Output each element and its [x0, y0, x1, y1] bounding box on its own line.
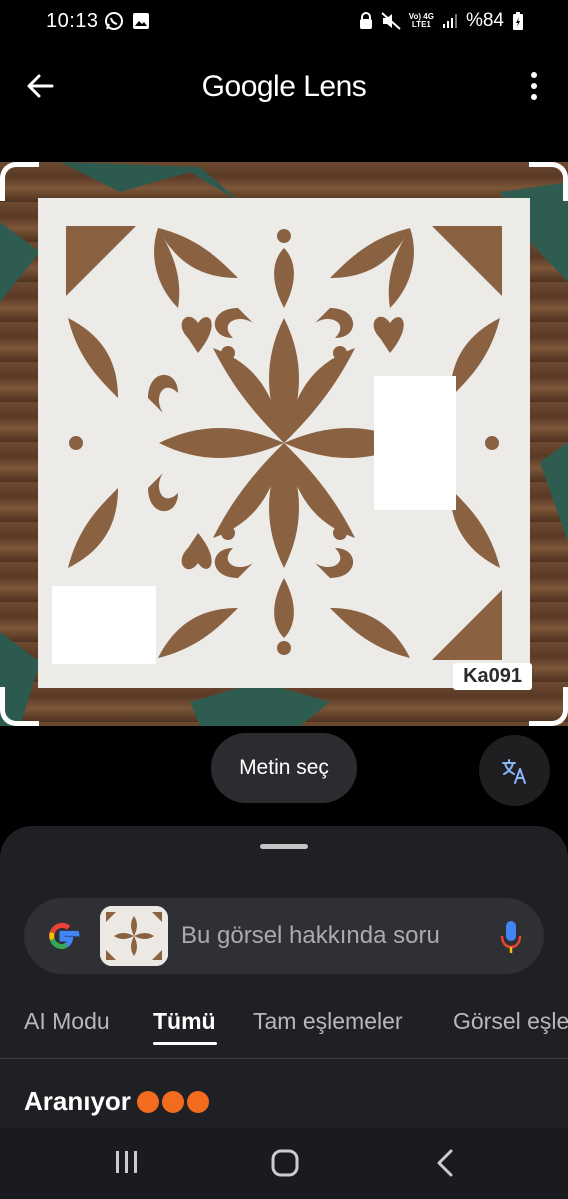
stencil-tile [38, 198, 530, 688]
more-options-icon[interactable] [528, 70, 540, 102]
select-text-button[interactable]: Metin seç [211, 733, 357, 803]
loading-dot-icon [136, 1090, 159, 1113]
loading-dot-icon [186, 1090, 209, 1113]
result-tabs: AI Modu Tümü Tam eşlemeler Görsel eşle [0, 1002, 568, 1050]
image-thumbnail[interactable] [100, 906, 168, 966]
loading-dot-icon [161, 1090, 184, 1113]
nav-back-icon[interactable] [434, 1148, 456, 1178]
crop-handle-bottom-left[interactable] [0, 687, 39, 726]
crop-handle-top-right[interactable] [529, 162, 568, 201]
search-bar[interactable]: Bu görsel hakkında soru [24, 898, 544, 974]
signal-icon [442, 14, 457, 28]
system-nav-bar [0, 1128, 568, 1199]
google-logo-icon [49, 922, 80, 950]
translate-icon [501, 758, 526, 784]
text-highlight-right[interactable] [374, 376, 456, 510]
top-bar: Google Lens [0, 56, 568, 116]
home-icon[interactable] [270, 1148, 300, 1178]
battery-icon [513, 12, 523, 30]
crop-handle-top-left[interactable] [0, 162, 39, 201]
sheet-drag-handle[interactable] [260, 844, 308, 849]
crop-handle-bottom-right[interactable] [529, 687, 568, 726]
translate-button[interactable] [479, 735, 550, 806]
product-code-label: Ka091 [453, 663, 532, 690]
battery-level: %84 [465, 10, 504, 31]
whatsapp-icon [105, 12, 123, 30]
lens-image[interactable]: Ka091 [0, 162, 568, 726]
app-title: Google Lens [201, 70, 367, 103]
status-time: 10:13 [46, 10, 99, 32]
status-bar: 10:13 Vo) 4G LTE1 %84 [0, 0, 568, 44]
network-type: Vo) 4G LTE1 [408, 12, 434, 29]
tab-all[interactable]: Tümü [153, 1008, 216, 1035]
lock-icon [359, 12, 372, 29]
thumbnail-image [100, 906, 168, 966]
tab-ai-mode[interactable]: AI Modu [24, 1008, 110, 1035]
gallery-icon [133, 13, 149, 29]
divider [0, 1058, 568, 1059]
recent-apps-icon[interactable] [114, 1148, 140, 1176]
tab-visual-matches[interactable]: Görsel eşle [453, 1008, 568, 1035]
tab-exact-matches[interactable]: Tam eşlemeler [253, 1008, 403, 1035]
microphone-icon[interactable] [500, 920, 522, 954]
mute-icon [381, 12, 401, 30]
active-tab-indicator [153, 1042, 217, 1045]
searching-status: Aranıyor [24, 1086, 209, 1117]
text-highlight-left[interactable] [52, 586, 156, 664]
search-input[interactable]: Bu görsel hakkında soru [181, 922, 440, 950]
